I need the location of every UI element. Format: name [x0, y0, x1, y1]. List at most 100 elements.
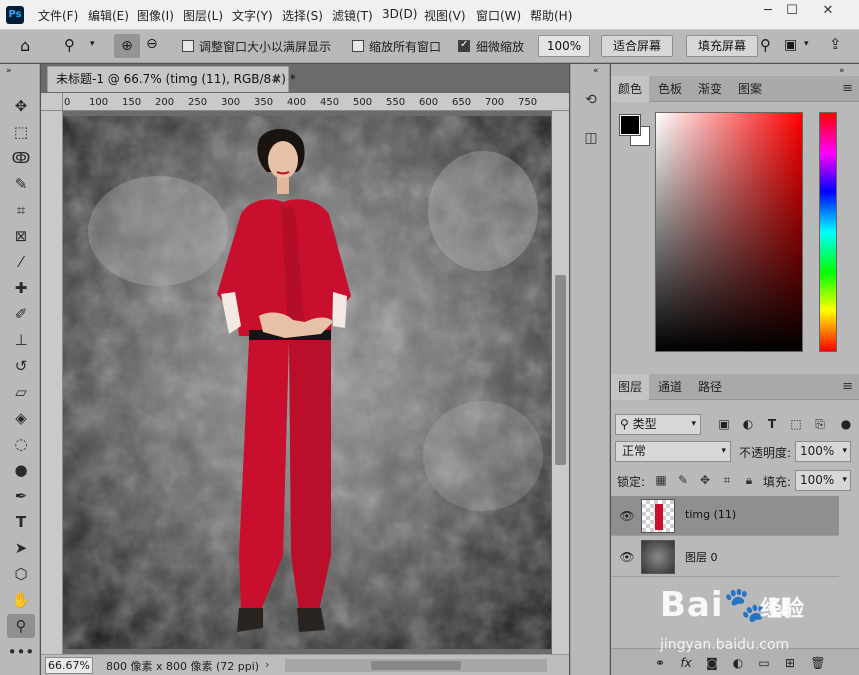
zoom-value-field[interactable]: 100%	[538, 35, 590, 57]
maximize-button[interactable]: ☐	[776, 1, 808, 21]
menu-file[interactable]: 文件(F)	[38, 7, 78, 24]
vertical-scrollbar-thumb[interactable]	[555, 275, 566, 465]
zoom-all-windows-checkbox[interactable]	[352, 40, 364, 52]
menu-view[interactable]: 视图(V)	[424, 7, 466, 24]
menu-select[interactable]: 选择(S)	[282, 7, 323, 24]
trash-icon[interactable]: 🗑︎	[809, 654, 827, 672]
more-tools-icon[interactable]: •••	[7, 640, 35, 664]
pixel-filter-icon[interactable]: ▣	[715, 415, 733, 433]
layer-style-icon[interactable]: fx	[677, 654, 695, 672]
fill-screen-button[interactable]: 填充屏幕	[686, 35, 758, 57]
crop-tool-icon[interactable]: ⌗	[7, 198, 35, 222]
scrubby-zoom-checkbox[interactable]	[458, 39, 470, 52]
hue-slider[interactable]	[819, 112, 837, 352]
healing-brush-tool-icon[interactable]: ✚	[7, 276, 35, 300]
hand-tool-icon[interactable]: ✋	[7, 588, 35, 612]
brush-tool-icon[interactable]: ✐	[7, 302, 35, 326]
chevron-down-icon[interactable]: ▾	[90, 39, 95, 49]
close-window-button[interactable]: ✕	[812, 1, 844, 21]
dodge-tool-icon[interactable]: ●	[7, 458, 35, 482]
menu-help[interactable]: 帮助(H)	[530, 7, 572, 24]
document-tab[interactable]: 未标题-1 @ 66.7% (timg (11), RGB/8#) * ×	[47, 66, 296, 92]
expand-icon[interactable]: «	[593, 66, 599, 76]
horizontal-scrollbar-thumb[interactable]	[371, 661, 461, 670]
tab-color[interactable]: 颜色	[611, 76, 649, 102]
blur-tool-icon[interactable]: ◌	[7, 432, 35, 456]
search-icon[interactable]: ⚲	[760, 36, 771, 54]
zoom-tool-preset-icon[interactable]: ⚲	[64, 36, 75, 54]
quick-select-tool-icon[interactable]: ✎	[7, 172, 35, 196]
fill-field[interactable]: 100% ▾	[795, 470, 851, 491]
filter-toggle-icon[interactable]: ●	[837, 415, 855, 433]
zoom-out-icon[interactable]: ⊖	[146, 36, 158, 52]
lock-all-icon[interactable]: 🔒︎	[741, 472, 757, 488]
clone-stamp-tool-icon[interactable]: ⊥	[7, 328, 35, 352]
vertical-scrollbar[interactable]	[552, 111, 569, 657]
resize-windows-checkbox[interactable]	[182, 40, 194, 52]
lasso-tool-icon[interactable]: ↂ	[7, 146, 35, 170]
color-picker-field[interactable]	[655, 112, 803, 352]
type-tool-icon[interactable]: T	[7, 510, 35, 534]
tab-paths[interactable]: 路径	[691, 374, 729, 400]
chevron-down-icon[interactable]: ▾	[804, 39, 809, 49]
tab-channels[interactable]: 通道	[651, 374, 689, 400]
layer-filter-select[interactable]: ⚲ 类型 ▾	[615, 414, 701, 435]
new-layer-icon[interactable]: ⊞	[781, 654, 799, 672]
horizontal-scrollbar[interactable]	[285, 659, 547, 672]
tab-patterns[interactable]: 图案	[731, 76, 769, 102]
foreground-color-swatch[interactable]	[619, 114, 641, 136]
lock-transparent-icon[interactable]: ▦	[653, 472, 669, 488]
collapse-icon[interactable]: »	[6, 66, 12, 76]
image-canvas[interactable]	[63, 116, 551, 649]
home-icon[interactable]: ⌂	[20, 36, 30, 55]
eye-icon[interactable]: 👁︎	[619, 549, 635, 565]
zoom-level-field[interactable]: 66.67%	[45, 657, 93, 674]
lock-position-icon[interactable]: ✥	[697, 472, 713, 488]
workspace-icon[interactable]: ▣	[784, 37, 797, 53]
lock-image-icon[interactable]: ✎	[675, 472, 691, 488]
blend-mode-select[interactable]: 正常 ▾	[615, 441, 731, 462]
panel-menu-icon[interactable]: ≡	[842, 379, 853, 394]
layer-name[interactable]: 图层 0	[685, 549, 718, 565]
group-folder-icon[interactable]: ▭	[755, 654, 773, 672]
pen-tool-icon[interactable]: ✒	[7, 484, 35, 508]
menu-layer[interactable]: 图层(L)	[183, 7, 223, 24]
smart-object-filter-icon[interactable]: ⎘	[811, 415, 829, 433]
chevron-right-icon[interactable]: ›	[265, 658, 269, 671]
menu-filter[interactable]: 滤镜(T)	[332, 7, 373, 24]
share-icon[interactable]: ⇪	[829, 35, 842, 53]
move-tool-icon[interactable]: ✥	[7, 94, 35, 118]
fit-screen-button[interactable]: 适合屏幕	[601, 35, 673, 57]
adjustment-filter-icon[interactable]: ◐	[739, 415, 757, 433]
frame-tool-icon[interactable]: ⊠	[7, 224, 35, 248]
eyedropper-tool-icon[interactable]: ⁄	[7, 250, 35, 274]
link-layers-icon[interactable]: ⚭	[651, 654, 669, 672]
menu-3d[interactable]: 3D(D)	[382, 7, 417, 21]
collapse-icon[interactable]: »	[839, 66, 845, 76]
3d-panel-icon[interactable]: ◫	[579, 126, 603, 150]
tab-layers[interactable]: 图层	[611, 374, 649, 400]
history-brush-tool-icon[interactable]: ↺	[7, 354, 35, 378]
adjustment-layer-icon[interactable]: ◐	[729, 654, 747, 672]
layer-row[interactable]: 👁︎ timg (11)	[611, 496, 839, 536]
layer-mask-icon[interactable]: ◙	[703, 654, 721, 672]
zoom-tool-icon[interactable]: ⚲	[7, 614, 35, 638]
marquee-tool-icon[interactable]: ⬚	[7, 120, 35, 144]
history-panel-icon[interactable]: ⟲	[579, 88, 603, 112]
type-filter-icon[interactable]: T	[763, 415, 781, 433]
eye-icon[interactable]: 👁︎	[619, 508, 635, 524]
lock-artboard-icon[interactable]: ⌗	[719, 472, 735, 488]
tab-swatches[interactable]: 色板	[651, 76, 689, 102]
path-selection-tool-icon[interactable]: ➤	[7, 536, 35, 560]
layer-name[interactable]: timg (11)	[685, 508, 736, 521]
tab-gradients[interactable]: 渐变	[691, 76, 729, 102]
menu-type[interactable]: 文字(Y)	[232, 7, 273, 24]
menu-window[interactable]: 窗口(W)	[476, 7, 521, 24]
paint-bucket-tool-icon[interactable]: ◈	[7, 406, 35, 430]
layer-row[interactable]: 👁︎ 图层 0	[611, 537, 839, 577]
panel-menu-icon[interactable]: ≡	[842, 81, 853, 96]
menu-edit[interactable]: 编辑(E)	[88, 7, 129, 24]
opacity-field[interactable]: 100% ▾	[795, 441, 851, 462]
eraser-tool-icon[interactable]: ▱	[7, 380, 35, 404]
menu-image[interactable]: 图像(I)	[137, 7, 174, 24]
